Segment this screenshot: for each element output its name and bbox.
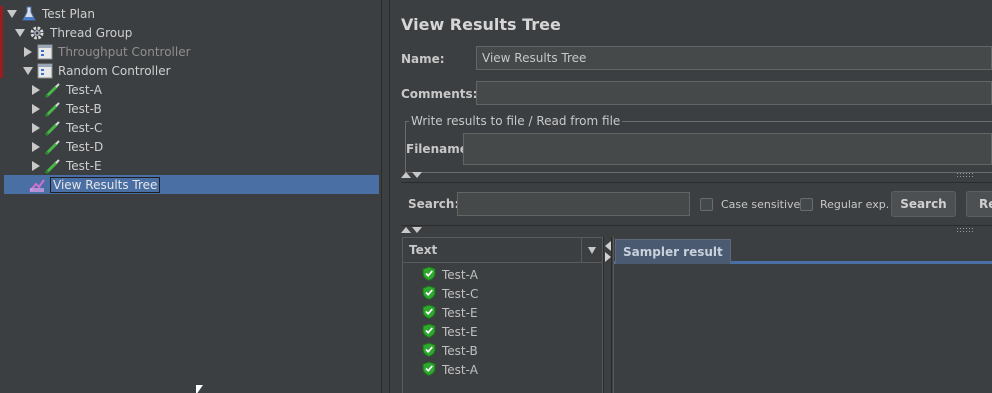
tree-item-test-a[interactable]: Test-A [30, 80, 102, 99]
chevron-down-icon[interactable] [581, 238, 602, 262]
tree-item-label: Test-D [66, 139, 104, 154]
expand-toggle-icon[interactable] [30, 141, 42, 153]
result-item[interactable]: Test-A [422, 360, 478, 379]
tree-item-view-results-tree[interactable]: View Results Tree [4, 175, 379, 194]
result-item-label: Test-E [442, 305, 478, 320]
resize-grip-icon[interactable] [956, 172, 974, 177]
tab-sampler-result[interactable]: Sampler result [615, 239, 731, 264]
pipette-icon [44, 81, 62, 99]
comments-field[interactable] [476, 81, 992, 105]
collapse-down-icon[interactable] [412, 172, 422, 178]
filename-field[interactable] [463, 133, 992, 165]
split-pane-divider[interactable] [381, 0, 390, 393]
search-bar: Search: Case sensitive Regular exp. Sear… [401, 182, 992, 226]
search-label: Search: [408, 197, 460, 211]
results-list: Text Test-A Test-C Test-E Test-E Test-B … [402, 237, 603, 393]
pipette-icon [44, 138, 62, 156]
tree-item-thread-group[interactable]: Thread Group [14, 23, 132, 42]
expand-toggle-icon[interactable] [30, 84, 42, 96]
pipette-icon [44, 157, 62, 175]
search-input[interactable] [457, 192, 690, 216]
controller-icon [36, 62, 54, 80]
shield-check-icon [422, 360, 436, 379]
tree-item-test-e[interactable]: Test-E [30, 156, 102, 175]
case-sensitive-label: Case sensitive [721, 198, 801, 211]
name-label: Name: [401, 52, 445, 66]
result-item-label: Test-C [442, 286, 479, 301]
regex-checkbox[interactable] [800, 198, 813, 211]
view-results-tree-panel: View Results Tree Name: Comments: Write … [391, 0, 992, 393]
expand-toggle-icon[interactable] [30, 122, 42, 134]
tree-item-label: Test-C [66, 120, 103, 135]
tree-item-label: Thread Group [50, 25, 133, 40]
collapse-up-icon[interactable] [401, 172, 411, 178]
filename-label: Filename [406, 142, 468, 156]
tree-item-test-c[interactable]: Test-C [30, 118, 102, 137]
renderer-select-value: Text [409, 243, 438, 257]
reset-button[interactable]: Re [966, 191, 992, 217]
search-button[interactable]: Search [891, 191, 956, 217]
result-item-label: Test-B [442, 343, 478, 358]
file-group-title: Write results to file / Read from file [409, 114, 623, 128]
error-indicator-strip [0, 6, 3, 78]
expand-toggle-icon[interactable] [22, 46, 34, 58]
controller-icon [36, 43, 54, 61]
regex-label: Regular exp. [820, 198, 890, 211]
tree-item-random-controller[interactable]: Random Controller [22, 61, 171, 80]
result-item-label: Test-E [442, 324, 478, 339]
collapse-strip-bottom [401, 225, 992, 235]
chart-icon [28, 176, 46, 194]
page-title: View Results Tree [401, 15, 561, 34]
mouse-cursor-icon [196, 385, 203, 393]
tree-item-label: Test-B [66, 101, 102, 116]
resize-grip-icon[interactable] [956, 227, 974, 232]
collapse-strip-top [401, 170, 992, 180]
result-detail-pane: Sampler result [613, 237, 992, 393]
gear-icon [28, 24, 46, 42]
pipette-icon [44, 100, 62, 118]
collapse-down-icon[interactable] [412, 227, 422, 233]
name-field[interactable] [476, 46, 992, 70]
results-split-divider[interactable] [603, 237, 612, 393]
shield-check-icon [422, 284, 436, 303]
collapse-left-icon[interactable] [605, 241, 611, 251]
result-item[interactable]: Test-C [422, 284, 478, 303]
tree-item-label: Test-E [66, 158, 102, 173]
expand-toggle-icon[interactable] [22, 65, 34, 77]
result-item[interactable]: Test-A [422, 265, 478, 284]
comments-label: Comments: [401, 87, 478, 101]
tree-item-label: Random Controller [58, 63, 171, 78]
expand-toggle-icon[interactable] [14, 27, 26, 39]
case-sensitive-checkbox[interactable] [700, 198, 713, 211]
flask-icon [20, 5, 38, 23]
tree-item-label: Test-A [66, 82, 102, 97]
renderer-select[interactable]: Text [403, 238, 602, 263]
shield-check-icon [422, 265, 436, 284]
expand-toggle-icon[interactable] [30, 103, 42, 115]
tree-item-test-plan[interactable]: Test Plan [6, 4, 95, 23]
shield-check-icon [422, 322, 436, 341]
expand-toggle-icon[interactable] [6, 8, 18, 20]
pipette-icon [44, 119, 62, 137]
result-item-label: Test-A [442, 362, 478, 377]
tree-item-label: Throughput Controller [58, 44, 191, 59]
tree-item-test-b[interactable]: Test-B [30, 99, 102, 118]
result-item[interactable]: Test-E [422, 322, 478, 341]
result-item[interactable]: Test-E [422, 303, 478, 322]
result-item-label: Test-A [442, 267, 478, 282]
expand-toggle-icon[interactable] [30, 160, 42, 172]
shield-check-icon [422, 303, 436, 322]
shield-check-icon [422, 341, 436, 360]
tree-item-label: Test Plan [42, 6, 95, 21]
tree-item-test-d[interactable]: Test-D [30, 137, 103, 156]
result-item[interactable]: Test-B [422, 341, 478, 360]
tree-item-throughput-controller[interactable]: Throughput Controller [22, 42, 191, 61]
tree-item-label[interactable]: View Results Tree [50, 176, 161, 193]
detail-tab-strip: Sampler result [614, 237, 992, 264]
test-plan-tree: Test Plan Thread Group Throughput Contro… [0, 0, 381, 393]
collapse-up-icon[interactable] [401, 227, 411, 233]
collapse-right-icon[interactable] [605, 252, 611, 262]
